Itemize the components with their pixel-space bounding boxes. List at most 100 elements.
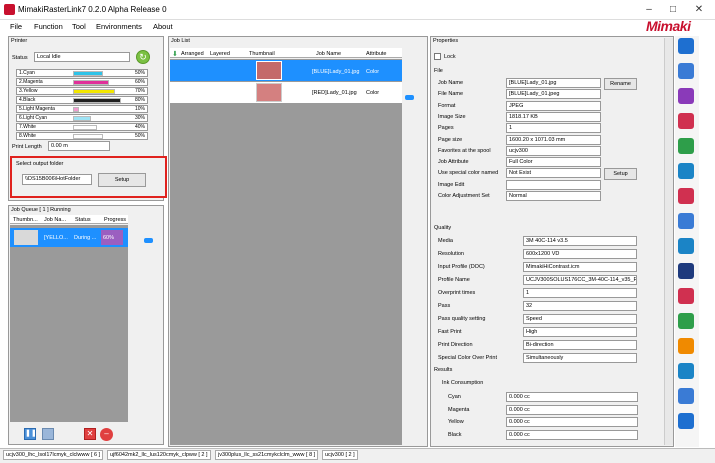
file-prop-field[interactable]: [BLUE]Lady_01.jpeg — [506, 89, 601, 100]
quality-prop-field[interactable]: 3M 40C-114 v3.5 — [523, 236, 637, 246]
quality-prop-label: Input Profile (DOC) — [438, 264, 485, 270]
quality-section-label: Quality — [434, 225, 452, 231]
ink-result-label: Yellow — [448, 419, 464, 425]
mimaki-logo: Mimaki — [646, 18, 691, 34]
color-replace-icon[interactable] — [678, 138, 694, 154]
quality-prop-field[interactable]: 600x1200 VD — [523, 249, 637, 259]
printer-tab[interactable]: ujf6042mk2_llc_lus120cmyk_clpww [ 2 ] — [107, 450, 211, 460]
file-prop-field[interactable] — [506, 179, 601, 190]
ink-level-bar — [73, 89, 115, 94]
print-icon[interactable] — [678, 163, 694, 179]
col-job-name[interactable]: Job Name — [316, 51, 341, 57]
col-layered[interactable]: Layered — [210, 51, 230, 57]
cut-icon[interactable] — [678, 188, 694, 204]
menu-tool[interactable]: Tool — [72, 22, 86, 31]
quality-prop-field[interactable]: UCJV300SOLUS176CC_3M-40C-114_v35_F — [523, 275, 637, 285]
quality-prop-field[interactable]: MimakiHiContrast.icm — [523, 262, 637, 272]
queue-col-thumbnail[interactable]: Thumbn... — [13, 217, 38, 223]
close-button[interactable]: ✕ — [690, 3, 708, 16]
ink-level-bar — [73, 98, 121, 103]
ink-percent: 50% — [134, 133, 145, 139]
info-icon[interactable] — [678, 38, 694, 54]
quality-prop-field[interactable]: 1 — [523, 288, 637, 298]
menu-file[interactable]: File — [10, 22, 22, 31]
printer-tab[interactable]: ucjv300_lhc_lsol17lcmyk_clclwww [ 6 ] — [3, 450, 104, 460]
ink-name: 8.White — [19, 133, 36, 139]
file-prop-label: Pages — [438, 125, 454, 132]
properties-scrollbar[interactable] — [664, 38, 673, 445]
printer-tab[interactable]: ucjv300 [ 2 ] — [322, 450, 358, 460]
delete-job-icon[interactable]: ✕ — [84, 428, 96, 440]
col-attribute[interactable]: Attribute — [366, 51, 386, 57]
help-icon[interactable] — [678, 413, 694, 429]
job-list-slider-handle[interactable] — [405, 95, 414, 100]
minimize-button[interactable]: – — [640, 3, 658, 16]
quality-prop-field[interactable]: Simultaneously — [523, 353, 637, 363]
search-q-icon[interactable] — [678, 88, 694, 104]
ink-name: 4.Black — [19, 97, 36, 103]
menu-about[interactable]: About — [153, 22, 173, 31]
file-prop-field[interactable]: ucjv300 — [506, 145, 601, 156]
layout-icon[interactable] — [678, 113, 694, 129]
file-prop-field[interactable]: [BLUE]Lady_01.jpg — [506, 78, 601, 88]
file-prop-field[interactable]: 1818.17 KB — [506, 111, 601, 122]
file-prop-field[interactable]: 1 — [506, 123, 601, 134]
file-prop-field[interactable]: 1600.20 x 1071.03 mm — [506, 134, 601, 145]
pause-icon[interactable]: ❚❚ — [24, 428, 37, 440]
print-length-label: Print Length — [12, 144, 42, 150]
file-prop-label: Use special color named — [438, 170, 499, 177]
output-folder-field[interactable]: \\DS15B006\HotFolder — [22, 174, 92, 185]
queue-col-status[interactable]: Status — [75, 217, 91, 223]
refresh-icon[interactable]: ↻ — [136, 50, 150, 64]
ink-percent: 70% — [134, 88, 145, 94]
trash-icon[interactable] — [678, 388, 694, 404]
file-prop-label: Job Attribute — [438, 159, 469, 166]
col-thumbnail[interactable]: Thumbnail — [249, 51, 275, 57]
quality-prop-field[interactable]: Speed — [523, 314, 637, 324]
star-layout-icon[interactable] — [678, 263, 694, 279]
ink-result-field[interactable]: 0.000 cc — [506, 429, 638, 440]
ink-result-field[interactable]: 0.000 cc — [506, 404, 638, 415]
ink-row: 8.White 50% — [16, 132, 148, 140]
quality-prop-field[interactable]: High — [523, 327, 637, 337]
job-queue-list — [10, 225, 128, 422]
ink-result-field[interactable]: 0.000 cc — [506, 417, 638, 427]
output-folder-setup-button[interactable]: Setup — [98, 173, 146, 187]
cancel-icon[interactable]: – — [100, 428, 113, 441]
printer-tab[interactable]: jv300plus_llc_ss21cmykclclm_www [ 8 ] — [215, 450, 319, 460]
quality-prop-field[interactable]: 32 — [523, 301, 637, 311]
queue-slider-handle[interactable] — [144, 238, 153, 243]
file-prop-field[interactable]: Full Color — [506, 157, 601, 168]
queue-col-progress[interactable]: Progress — [104, 217, 126, 223]
col-arranged[interactable]: Arranged — [181, 51, 204, 57]
color-collection-icon[interactable] — [678, 288, 694, 304]
grid-icon[interactable] — [678, 213, 694, 229]
document-settings-icon[interactable] — [678, 63, 694, 79]
ink-row: 3.Yellow 70% — [16, 87, 148, 95]
file-prop-label: Image Edit — [438, 181, 465, 188]
ink-percent: 10% — [134, 106, 145, 112]
ink-name: 5.Light Magenta — [19, 106, 55, 112]
maximize-button[interactable]: □ — [664, 3, 682, 16]
queue-row-name: [YELLO... — [44, 235, 68, 241]
quality-prop-field[interactable]: Bi-direction — [523, 340, 637, 350]
file-prop-field[interactable]: Normal — [506, 191, 601, 201]
file-prop-field[interactable]: JPEG — [506, 100, 601, 111]
lock-checkbox[interactable] — [434, 53, 441, 60]
menu-environments[interactable]: Environments — [96, 22, 142, 31]
quality-prop-label: Print Direction — [438, 342, 473, 348]
recycle-icon[interactable] — [678, 313, 694, 329]
queue-col-job-name[interactable]: Job Na... — [44, 217, 66, 223]
go-icon[interactable] — [678, 238, 694, 254]
attribute-setup-button[interactable]: Setup — [604, 168, 637, 180]
ink-result-label: Black — [448, 431, 462, 438]
ink-result-field[interactable]: 0.000 cc — [506, 392, 638, 402]
print-length-field: 0.00 m — [48, 141, 110, 151]
star-icon[interactable] — [678, 338, 694, 354]
resume-icon[interactable] — [42, 428, 54, 440]
file-prop-field[interactable]: Not Exist — [506, 168, 601, 179]
copy-icon[interactable] — [678, 363, 694, 379]
menu-function[interactable]: Function — [34, 22, 63, 31]
rename-button[interactable]: Rename — [604, 78, 637, 90]
quality-prop-label: Pass — [438, 303, 451, 309]
